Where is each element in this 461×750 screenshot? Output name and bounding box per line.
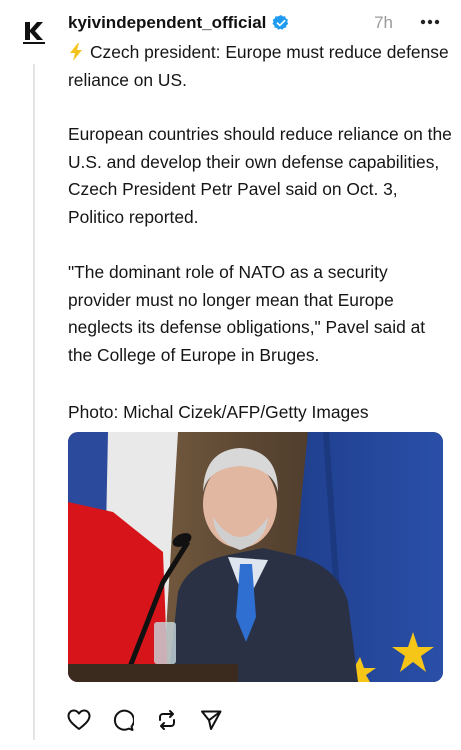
share-icon [201, 710, 222, 730]
post-paragraph-1: European countries should reduce relianc… [68, 124, 457, 227]
post-time: 7h [374, 13, 393, 32]
verified-badge-icon [272, 15, 289, 30]
thread-line [33, 64, 35, 740]
photo-czech-president-speech [68, 432, 443, 682]
comment-button[interactable] [110, 707, 136, 733]
post-header: kyivindependent_official 7h [68, 10, 447, 36]
heart-icon [67, 709, 91, 730]
post-paragraph-2: "The dominant role of NATO as a security… [68, 262, 430, 365]
lightning-bolt-icon [70, 43, 82, 61]
comment-icon [113, 709, 134, 731]
username[interactable]: kyivindependent_official [68, 13, 266, 33]
share-button[interactable] [198, 707, 224, 733]
kyiv-independent-logo [23, 22, 45, 44]
repost-button[interactable] [154, 707, 180, 733]
post-photo[interactable] [68, 432, 443, 682]
more-dots-icon [420, 19, 440, 25]
more-options-button[interactable] [415, 10, 445, 34]
repost-icon [159, 710, 175, 730]
post-actions [66, 706, 224, 734]
photo-credit: Photo: Michal Cizek/AFP/Getty Images [68, 402, 369, 422]
like-button[interactable] [66, 707, 92, 733]
post-headline: Czech president: Europe must reduce defe… [68, 39, 452, 94]
avatar[interactable] [14, 12, 54, 52]
headline-text: Czech president: Europe must reduce defe… [68, 42, 454, 90]
